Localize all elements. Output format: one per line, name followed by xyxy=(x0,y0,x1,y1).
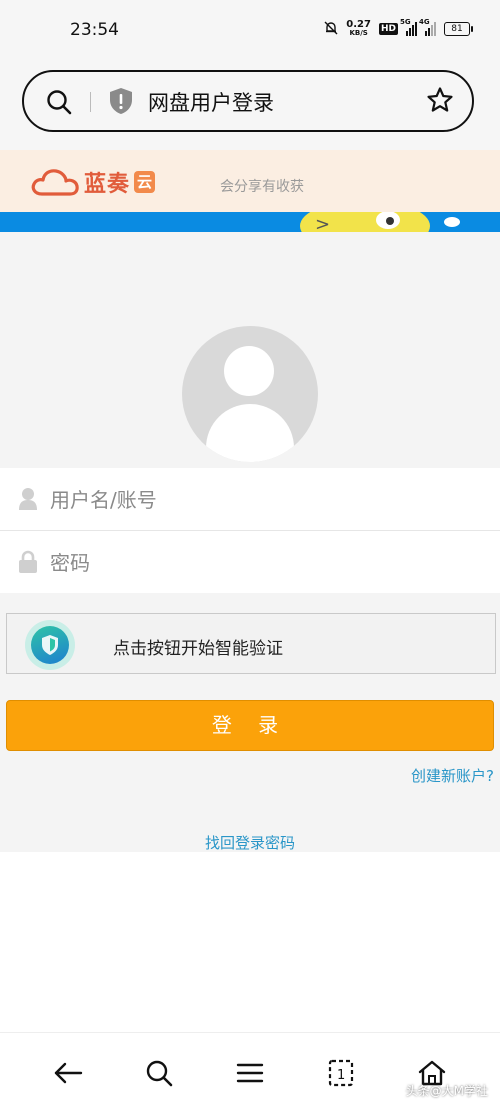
logo-badge: 云 xyxy=(134,171,156,193)
network-speed-unit: KB/S xyxy=(349,29,368,37)
svg-text:1: 1 xyxy=(337,1068,345,1083)
network-speed: 0.27 KB/S xyxy=(346,20,371,38)
cartoon-decoration: > xyxy=(0,212,500,232)
signal-4g-icon: 4G xyxy=(419,18,436,36)
forgot-password-link[interactable]: 找回登录密码 xyxy=(0,832,500,853)
status-time: 23:54 xyxy=(70,20,119,40)
search-icon[interactable] xyxy=(46,89,72,119)
logo-text: 蓝奏 xyxy=(84,172,131,197)
browser-bottom-nav: 1 xyxy=(0,1032,500,1112)
cloud-logo-icon xyxy=(31,169,79,196)
login-button[interactable]: 登 录 xyxy=(6,700,494,751)
tabs-count-icon[interactable]: 1 xyxy=(325,1057,357,1089)
status-bar: 23:54 0.27 KB/S HD 5G 4G 81 xyxy=(0,0,500,62)
mute-bell-icon xyxy=(324,21,338,38)
svg-text:>: > xyxy=(315,214,330,232)
page-title[interactable]: 网盘用户登录 xyxy=(148,87,274,117)
battery-icon: 81 xyxy=(444,22,473,36)
browser-header: 网盘用户登录 xyxy=(0,62,500,150)
network-speed-value: 0.27 xyxy=(346,19,371,30)
site-banner: 蓝奏 云 会分享有收获 xyxy=(0,150,500,212)
signal-5g-label: 5G xyxy=(400,18,411,26)
site-logo[interactable]: 蓝奏 云 xyxy=(30,166,156,198)
status-icons: 0.27 KB/S HD 5G 4G 81 xyxy=(324,18,473,38)
address-bar[interactable]: 网盘用户登录 xyxy=(22,70,474,132)
verify-shield-inner xyxy=(31,626,69,664)
watermark: 头条@大M学社 xyxy=(405,1084,488,1098)
smart-captcha-button[interactable]: 点击按钮开始智能验证 xyxy=(6,613,496,674)
site-tagline: 会分享有收获 xyxy=(220,179,304,195)
hd-badge: HD xyxy=(378,23,398,35)
signal-4g-label: 4G xyxy=(419,18,430,26)
lock-icon xyxy=(18,550,38,578)
avatar-body xyxy=(206,404,294,462)
password-input[interactable] xyxy=(48,543,482,583)
avatar-head xyxy=(224,346,274,396)
create-account-link[interactable]: 创建新账户? xyxy=(411,765,494,786)
back-arrow-icon[interactable] xyxy=(52,1057,84,1089)
verify-shield-icon xyxy=(25,620,75,670)
captcha-label: 点击按钮开始智能验证 xyxy=(113,639,283,659)
menu-icon[interactable] xyxy=(234,1057,266,1089)
user-icon xyxy=(18,487,38,515)
avatar-placeholder xyxy=(182,326,318,462)
username-field xyxy=(0,468,500,531)
star-bookmark-icon[interactable] xyxy=(426,86,454,118)
username-input[interactable] xyxy=(48,480,482,520)
shield-alert-icon[interactable] xyxy=(108,87,134,119)
address-divider xyxy=(90,92,91,112)
signal-5g-icon: 5G xyxy=(400,18,417,36)
search-icon[interactable] xyxy=(143,1057,175,1089)
password-field xyxy=(0,531,500,593)
